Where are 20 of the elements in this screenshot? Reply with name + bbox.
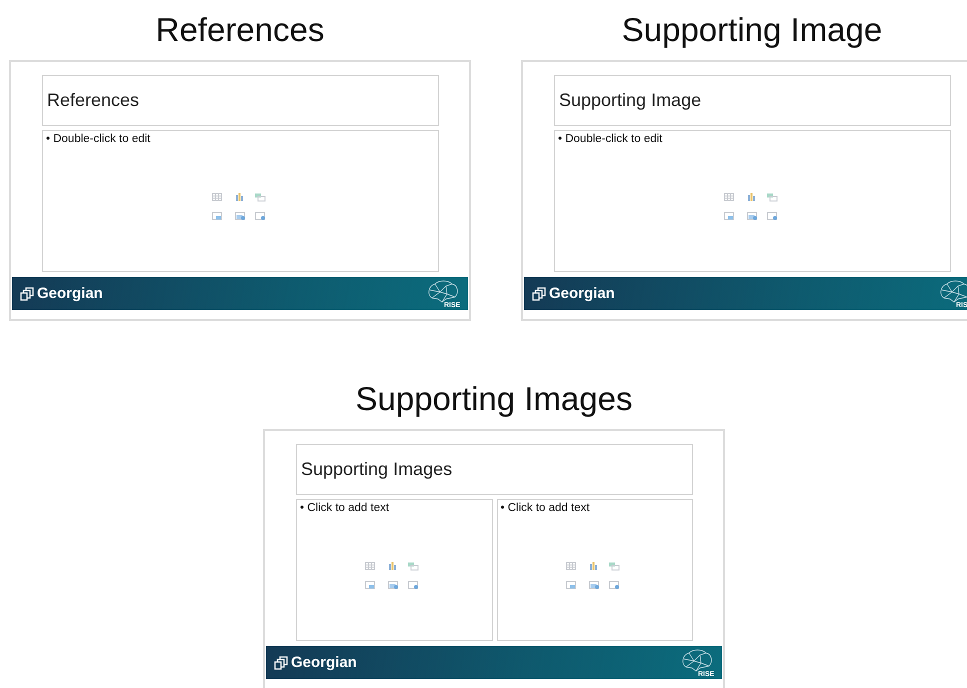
logo-icon bbox=[20, 286, 34, 300]
placeholder-text: • Click to add text bbox=[500, 501, 591, 516]
content-placeholder[interactable]: • Click to add text bbox=[496, 499, 693, 641]
content-placeholder[interactable]: • Click to add text bbox=[296, 499, 492, 641]
title-placeholder[interactable]: Supporting Image bbox=[554, 75, 951, 126]
logo-icon bbox=[274, 656, 288, 670]
slide-heading: References bbox=[154, 10, 326, 50]
slide-heading: Supporting Image bbox=[620, 10, 884, 50]
content-placeholder[interactable]: • Double-click to edit bbox=[554, 130, 951, 272]
logo-icon bbox=[532, 286, 546, 300]
title-placeholder[interactable]: Supporting Images bbox=[296, 444, 693, 495]
content-placeholder[interactable]: • Double-click to edit bbox=[42, 130, 439, 272]
brand-name: Georgian bbox=[291, 654, 357, 671]
brand-name: Georgian bbox=[37, 285, 103, 302]
placeholder-text: • Click to add text bbox=[299, 501, 390, 516]
placeholder-text: • Double-click to edit bbox=[45, 132, 152, 147]
slide-heading: Supporting Images bbox=[354, 379, 634, 419]
brand-name: Georgian bbox=[549, 285, 615, 302]
placeholder-text: • Double-click to edit bbox=[557, 132, 664, 147]
title-placeholder[interactable]: References bbox=[42, 75, 439, 126]
